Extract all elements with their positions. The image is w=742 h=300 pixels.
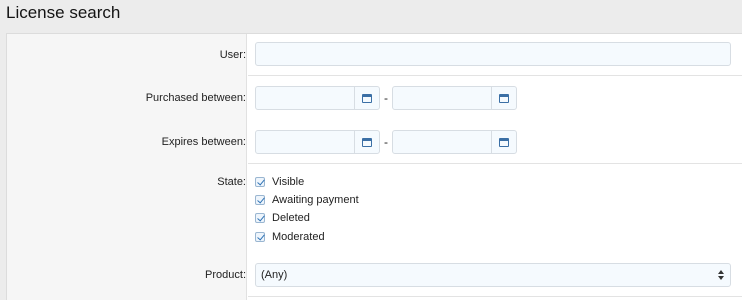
visible-checkbox-label: Visible: [272, 176, 305, 188]
search-form-panel: User: Purchased between: - Expires betwe…: [6, 33, 742, 300]
product-label: Product:: [205, 269, 246, 281]
label-column: [7, 34, 247, 300]
deleted-checkbox[interactable]: [255, 213, 265, 223]
awaiting-payment-checkbox-label: Awaiting payment: [272, 194, 359, 206]
divider: [248, 296, 742, 297]
expires-between-label: Expires between:: [161, 136, 246, 148]
expires-start-calendar-button[interactable]: [354, 131, 379, 153]
expires-end-date-input[interactable]: [392, 130, 517, 154]
date-range-separator: -: [384, 91, 388, 105]
user-input[interactable]: [255, 42, 731, 66]
calendar-icon: [499, 137, 509, 147]
state-option-deleted[interactable]: Deleted: [255, 212, 310, 224]
divider: [248, 163, 742, 164]
state-label: State:: [217, 176, 246, 188]
user-label: User:: [219, 49, 246, 61]
calendar-icon: [499, 93, 509, 103]
state-option-moderated[interactable]: Moderated: [255, 231, 325, 243]
calendar-icon: [362, 137, 372, 147]
purchased-between-label: Purchased between:: [145, 92, 246, 104]
expires-start-date-input[interactable]: [255, 130, 380, 154]
product-select-value: (Any): [261, 269, 288, 281]
expires-end-calendar-button[interactable]: [491, 131, 516, 153]
product-select[interactable]: (Any): [255, 263, 731, 287]
purchased-end-calendar-button[interactable]: [491, 87, 516, 109]
purchased-end-date-input[interactable]: [392, 86, 517, 110]
select-arrows-icon: [718, 269, 724, 281]
deleted-checkbox-label: Deleted: [272, 212, 310, 224]
moderated-checkbox[interactable]: [255, 232, 265, 242]
state-option-awaiting-payment[interactable]: Awaiting payment: [255, 194, 359, 206]
page-title: License search: [6, 3, 121, 22]
purchased-start-calendar-button[interactable]: [354, 87, 379, 109]
date-range-separator: -: [384, 135, 388, 149]
awaiting-payment-checkbox[interactable]: [255, 195, 265, 205]
divider: [248, 75, 742, 76]
calendar-icon: [362, 93, 372, 103]
state-option-visible[interactable]: Visible: [255, 176, 304, 188]
purchased-start-date-input[interactable]: [255, 86, 380, 110]
moderated-checkbox-label: Moderated: [272, 231, 325, 243]
visible-checkbox[interactable]: [255, 177, 265, 187]
